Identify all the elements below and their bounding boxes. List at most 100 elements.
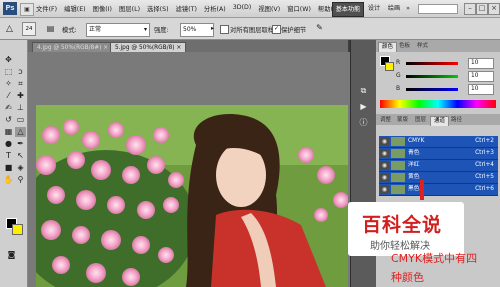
shape-tool-icon[interactable]: ■ [3, 163, 14, 173]
watermark-title: 百科全说 [362, 214, 443, 236]
menu-layer[interactable]: 图层(L) [119, 4, 140, 13]
menu-3d[interactable]: 3D(D) [233, 4, 252, 13]
g-slider[interactable] [406, 75, 458, 78]
visibility-eye-icon[interactable]: ◉ [380, 137, 389, 146]
tab-paths[interactable]: 路径 [448, 116, 465, 125]
photo-illustration [36, 105, 348, 287]
lasso-tool-icon[interactable]: ↄ [15, 67, 26, 77]
hand-tool-icon[interactable]: ✋ [3, 175, 14, 185]
protect-detail-checkbox[interactable]: ✓ [272, 25, 281, 34]
document-photo[interactable] [36, 105, 348, 287]
visibility-eye-icon[interactable]: ◉ [380, 185, 389, 194]
r-label: R [396, 59, 401, 66]
chevron-down-icon: ▾ [143, 26, 147, 33]
3d-rotate-icon[interactable]: ◈ [15, 163, 26, 173]
eraser-tool-icon[interactable]: ▭ [15, 115, 26, 125]
dodge-tool-icon[interactable]: ● [3, 139, 14, 149]
watermark-logo: 百科全说 助你轻松解决 [348, 202, 464, 256]
menu-select[interactable]: 选择(S) [147, 4, 169, 13]
visibility-eye-icon[interactable]: ◉ [380, 173, 389, 182]
sample-all-checkbox[interactable] [220, 25, 229, 34]
channel-row-cmyk[interactable]: ◉ CMYK Ctrl+2 [379, 136, 498, 148]
quick-select-icon[interactable]: ✧ [3, 79, 14, 89]
caption-line-2: 种颜色 [391, 271, 424, 284]
minimize-icon[interactable]: – [464, 3, 476, 15]
strength-label: 强度: [154, 27, 169, 34]
protect-detail-label: 保护细节 [281, 27, 307, 34]
tab-close-icon: × [103, 45, 109, 51]
brush-tool-icon[interactable]: ✍ [3, 103, 14, 113]
r-slider[interactable] [406, 62, 458, 65]
tab-color[interactable]: 颜色 [378, 42, 398, 52]
cs-live-field[interactable] [418, 4, 458, 14]
visibility-eye-icon[interactable]: ◉ [380, 149, 389, 158]
background-color-swatch[interactable] [12, 224, 23, 235]
color-spectrum[interactable] [380, 100, 496, 108]
tab-masks[interactable]: 蒙版 [394, 116, 411, 125]
options-bar: △ 24 ▤ 模式: 正常 ▾ 强度: 50% ▸ 对所有图层取样 ✓ 保护细节 … [0, 18, 500, 40]
photoshop-logo: Ps [3, 2, 17, 15]
channel-row-cyan[interactable]: ◉ 青色 Ctrl+3 [379, 148, 498, 160]
restore-icon[interactable]: □ [476, 3, 488, 15]
caption-line-1: CMYK模式中有四 [391, 252, 478, 265]
crop-tool-icon[interactable]: ⌗ [15, 79, 26, 89]
actions-panel-icon[interactable]: ▶ [358, 102, 369, 112]
g-value[interactable]: 10 [468, 71, 494, 82]
info-panel-icon[interactable]: ⓘ [358, 118, 369, 128]
type-tool-icon[interactable]: T [3, 151, 14, 161]
channel-row-magenta[interactable]: ◉ 洋红 Ctrl+4 [379, 160, 498, 172]
menu-window[interactable]: 窗口(W) [287, 4, 311, 13]
r-value[interactable]: 10 [468, 58, 494, 69]
menu-analysis[interactable]: 分析(A) [204, 4, 226, 13]
path-select-icon[interactable]: ↖ [15, 151, 26, 161]
pen-tool-icon[interactable]: ✒ [15, 139, 26, 149]
sharpen-tool-button[interactable]: △ [15, 127, 26, 137]
menu-edit[interactable]: 编辑(E) [64, 4, 86, 13]
toolbox: ✥ ⬚ ↄ ✧ ⌗ ⁄ ✚ ✍ ⊥ ↺ ▭ ▦ △ ● ✒ T ↖ ■ ◈ ✋ … [0, 40, 28, 287]
eyedropper-icon[interactable]: ⁄ [3, 91, 14, 101]
tab-channels[interactable]: 通道 [430, 116, 450, 126]
tab-layers[interactable]: 图层 [412, 116, 429, 125]
workspace-painting-button[interactable]: 绘画 [386, 2, 402, 15]
workspace-design-button[interactable]: 设计 [366, 2, 382, 15]
zoom-tool-icon[interactable]: ⚲ [15, 175, 26, 185]
tab-adjustments[interactable]: 调整 [377, 116, 394, 125]
menu-image[interactable]: 图像(I) [93, 4, 112, 13]
more-workspaces-icon[interactable]: » [404, 2, 412, 15]
brush-panel-icon[interactable]: ▤ [45, 24, 56, 34]
menu-filter[interactable]: 滤镜(T) [176, 4, 197, 13]
bg-color-chip[interactable] [385, 62, 394, 71]
healing-brush-icon[interactable]: ✚ [15, 91, 26, 101]
red-marker-arrow [420, 180, 424, 200]
tab-styles[interactable]: 样式 [414, 42, 431, 51]
tab-close-icon: × [176, 45, 182, 51]
menu-view[interactable]: 视图(V) [258, 4, 280, 13]
bridge-icon[interactable]: ▣ [20, 3, 34, 16]
channels-panel-tabs: 调整 蒙版 图层 通道 路径 [376, 114, 500, 126]
pressure-icon[interactable]: ✎ [314, 23, 325, 33]
sharpen-tool-icon[interactable]: △ [4, 24, 15, 34]
quick-mask-icon[interactable]: ◙ [6, 250, 17, 260]
mode-select[interactable]: 正常 ▾ [86, 23, 150, 37]
menu-bar: Ps ▣ 文件(F) 编辑(E) 图像(I) 图层(L) 选择(S) 滤镜(T)… [0, 0, 500, 18]
history-panel-icon[interactable]: ⧉ [358, 86, 369, 96]
strength-field[interactable]: 50% [180, 23, 214, 37]
channel-row-yellow[interactable]: ◉ 黄色 Ctrl+5 [379, 172, 498, 184]
gradient-tool-icon[interactable]: ▦ [3, 127, 14, 137]
clone-stamp-icon[interactable]: ⊥ [15, 103, 26, 113]
tab-swatches[interactable]: 色板 [396, 42, 413, 51]
menu-list: 文件(F) 编辑(E) 图像(I) 图层(L) 选择(S) 滤镜(T) 分析(A… [36, 4, 340, 13]
marquee-tool-icon[interactable]: ⬚ [3, 67, 14, 77]
b-value[interactable]: 10 [468, 84, 494, 95]
workspace-basic-button[interactable]: 基本功能 [332, 2, 364, 17]
brush-preset-picker[interactable]: 24 [22, 22, 36, 36]
strength-dropdown-icon[interactable]: ▸ [211, 25, 214, 32]
visibility-eye-icon[interactable]: ◉ [380, 161, 389, 170]
b-slider[interactable] [406, 88, 458, 91]
menu-file[interactable]: 文件(F) [36, 4, 57, 13]
mode-label: 模式: [62, 27, 77, 34]
history-brush-icon[interactable]: ↺ [3, 115, 14, 125]
move-tool-icon[interactable]: ✥ [3, 55, 14, 65]
channel-row-black[interactable]: ◉ 黑色 Ctrl+6 [379, 184, 498, 196]
close-icon[interactable]: × [488, 3, 500, 15]
